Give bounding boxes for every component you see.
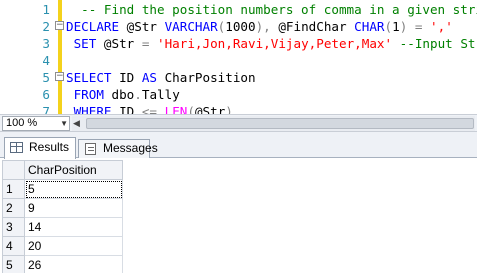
- code-text: -- Find the position numbers of comma in…: [66, 1, 477, 18]
- code-text: WHERE ID <= LEN(@Str): [66, 103, 233, 114]
- grid-icon: [10, 142, 23, 153]
- code-line[interactable]: 7 WHERE ID <= LEN(@Str): [0, 103, 477, 114]
- line-number: 3: [42, 36, 50, 51]
- code-line[interactable]: 2− DECLARE @Str VARCHAR (1000), @FindChar …: [0, 18, 477, 35]
- table-cell[interactable]: 9: [24, 198, 123, 218]
- code-token: 1: [392, 19, 400, 34]
- code-token: ID: [111, 104, 142, 114]
- header-row: CharPosition: [2, 160, 123, 180]
- code-token: @Str: [194, 104, 226, 114]
- line-number: 7: [42, 104, 50, 114]
- row-number[interactable]: 4: [2, 236, 25, 256]
- code-token: dbo: [103, 87, 135, 102]
- code-token: CharPosition: [157, 70, 256, 85]
- code-token: (: [187, 104, 195, 114]
- code-text: FROM dbo.Tally: [66, 86, 180, 103]
- code-token: 1000: [225, 19, 256, 34]
- code-token: ID: [111, 70, 142, 85]
- zoom-dropdown[interactable]: 100 % ▼: [2, 116, 70, 131]
- code-token: AS: [141, 70, 158, 85]
- horizontal-scrollbar[interactable]: ◀: [72, 116, 475, 131]
- code-token: (: [384, 19, 393, 34]
- code-token: @Str: [96, 36, 142, 51]
- scroll-left-icon[interactable]: ◀: [73, 116, 80, 131]
- chevron-down-icon: ▼: [60, 119, 68, 128]
- row-number[interactable]: 3: [2, 217, 25, 237]
- code-text: DECLARE @Str VARCHAR (1000), @FindChar CH…: [66, 18, 453, 35]
- row-number[interactable]: 5: [2, 255, 25, 273]
- code-line[interactable]: 1 -- Find the position numbers of comma …: [0, 1, 477, 18]
- editor-status-bar: 100 % ▼ ◀: [0, 114, 477, 132]
- table-row[interactable]: 4 20: [2, 236, 123, 256]
- code-line[interactable]: 5− SELECT ID AS CharPosition: [0, 69, 477, 86]
- code-token: ',': [430, 19, 453, 34]
- table-row[interactable]: 1 5: [2, 179, 123, 199]
- code-text: SELECT ID AS CharPosition: [66, 69, 256, 86]
- code-token: SELECT: [66, 70, 112, 85]
- line-number: 2: [42, 19, 50, 34]
- code-token: 'Hari,Jon,Ravi,Vijay,Peter,Max': [149, 36, 393, 51]
- table-cell[interactable]: 20: [24, 236, 123, 256]
- code-token: WHERE: [66, 104, 112, 114]
- code-line[interactable]: 6 FROM dbo.Tally: [0, 86, 477, 103]
- code-token: FROM: [66, 87, 104, 102]
- line-number: 5: [42, 70, 50, 85]
- zoom-value: 100 %: [6, 117, 38, 129]
- collapse-icon[interactable]: −: [55, 72, 64, 81]
- code-token: @FindChar: [270, 19, 355, 34]
- code-line[interactable]: 3 SET @Str = 'Hari,Jon,Ravi,Vijay,Peter,…: [0, 35, 477, 52]
- table-row[interactable]: 2 9: [2, 198, 123, 218]
- grid-corner[interactable]: [2, 160, 25, 180]
- code-text: SET @Str = 'Hari,Jon,Ravi,Vijay,Peter,Ma…: [66, 35, 477, 52]
- message-icon: [85, 143, 96, 155]
- tab-results-label: Results: [29, 140, 70, 154]
- line-number: 4: [42, 53, 50, 68]
- code-token: ): [225, 104, 233, 114]
- results-table: CharPosition 1 5 2 9 3 14 4 20 5 26: [2, 160, 123, 273]
- column-header-charposition[interactable]: CharPosition: [24, 160, 123, 180]
- code-token: DECLARE: [66, 19, 120, 34]
- code-line[interactable]: 4: [0, 52, 477, 69]
- row-number[interactable]: 1: [2, 179, 25, 199]
- code-token: ),: [255, 19, 271, 34]
- table-cell[interactable]: 5: [24, 179, 123, 199]
- line-number: 6: [42, 87, 50, 102]
- tab-results[interactable]: Results: [4, 137, 76, 159]
- collapse-icon[interactable]: −: [55, 21, 64, 30]
- code-token: LEN: [164, 104, 188, 114]
- code-token: @Str: [119, 19, 165, 34]
- table-cell[interactable]: 14: [24, 217, 123, 237]
- code-token: CHAR: [354, 19, 385, 34]
- row-number[interactable]: 2: [2, 198, 25, 218]
- code-token: --Input String: [399, 36, 477, 51]
- tab-messages-label: Messages: [103, 141, 158, 155]
- code-token: -- Find the position numbers of comma in…: [66, 2, 477, 17]
- scrollbar-thumb[interactable]: [86, 118, 474, 129]
- table-row[interactable]: 3 14: [2, 217, 123, 237]
- code-token: Tally: [141, 87, 180, 102]
- code-token: SET: [66, 36, 97, 51]
- table-cell[interactable]: 26: [24, 255, 123, 273]
- query-editor[interactable]: 1 -- Find the position numbers of comma …: [0, 0, 477, 114]
- results-tab-bar: Results Messages: [0, 132, 477, 159]
- results-grid: CharPosition 1 5 2 9 3 14 4 20 5 26: [0, 158, 477, 273]
- line-number: 1: [42, 2, 50, 17]
- code-token: VARCHAR: [164, 19, 218, 34]
- table-row[interactable]: 5 26: [2, 255, 123, 273]
- code-token: =: [407, 19, 431, 34]
- tab-messages[interactable]: Messages: [78, 139, 158, 158]
- code-token: .: [134, 87, 142, 102]
- code-token: <=: [141, 104, 158, 114]
